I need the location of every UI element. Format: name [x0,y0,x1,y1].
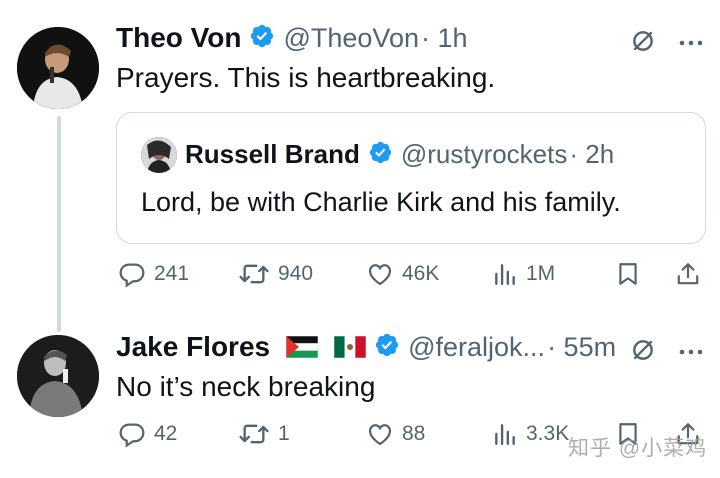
quote-text: Lord, be with Charlie Kirk and his famil… [141,187,621,217]
more-icon[interactable] [678,35,704,53]
views-button[interactable]: 1M [492,260,555,288]
bookmark-icon [619,263,637,285]
views-count: 1M [526,262,556,285]
views-count: 3.3K [526,422,570,445]
more-icon[interactable] [678,344,704,362]
author-handle[interactable]: @feraljok... [408,332,545,363]
tweet-time[interactable]: · 1h [421,23,468,54]
thread-line [57,116,61,332]
repost-button[interactable]: 1 [238,420,290,448]
quote-author-handle[interactable]: @rustyrockets [401,139,568,170]
quoted-tweet[interactable]: Russell Brand @rustyrockets · 2h Lord, b… [116,112,706,244]
grok-icon[interactable] [630,28,656,59]
like-count: 88 [402,422,426,445]
reply-icon [119,263,145,288]
views-icon [495,264,515,285]
like-icon [368,424,392,446]
tweet-time[interactable]: · 55m [547,332,616,363]
quote-header: Russell Brand @rustyrockets · 2h [185,139,614,170]
tweet2-header: Jake Flores @feraljok... · 55m [116,331,616,363]
repost-count: 1 [278,422,290,445]
share-button[interactable] [675,260,701,288]
author-handle[interactable]: @TheoVon [283,23,419,54]
like-button[interactable]: 88 [366,420,425,448]
tweet2-top-actions [630,337,704,368]
mexico-flag-icon [334,336,367,358]
reply-button[interactable]: 42 [118,420,177,448]
views-icon [495,424,515,445]
watermark: 知乎 @小菜鸡 [568,437,708,460]
author-name[interactable]: Theo Von [116,22,241,54]
like-button[interactable]: 46K [366,260,439,288]
quote-time[interactable]: · 2h [569,139,614,170]
tweet-text: Prayers. This is heartbreaking. [116,62,496,93]
palestine-flag-icon [286,336,319,358]
like-icon [368,264,392,286]
verified-badge-icon [249,23,275,54]
like-count: 46K [402,262,440,285]
bookmark-button[interactable] [615,260,641,288]
quote-author-name[interactable]: Russell Brand [185,139,360,170]
reply-count: 42 [154,422,178,445]
reply-icon [119,423,145,448]
tweet1-header: Theo Von @TheoVon · 1h [116,22,468,54]
repost-icon [239,424,269,444]
repost-icon [239,264,269,284]
repost-button[interactable]: 940 [238,260,313,288]
reply-count: 241 [154,262,190,285]
avatar-jake-flores[interactable] [17,335,99,417]
avatar-theo-von[interactable] [17,27,99,109]
verified-badge-icon [368,140,393,170]
views-button[interactable]: 3.3K [492,420,569,448]
avatar-russell-brand[interactable] [141,137,177,173]
share-icon [677,263,699,285]
author-name[interactable]: Jake Flores [116,331,270,363]
verified-badge-icon [374,332,400,363]
tweet1-top-actions [630,28,704,59]
reply-button[interactable]: 241 [118,260,189,288]
tweet-text: No it’s neck breaking [116,371,376,402]
grok-icon[interactable] [630,337,656,368]
repost-count: 940 [278,262,314,285]
